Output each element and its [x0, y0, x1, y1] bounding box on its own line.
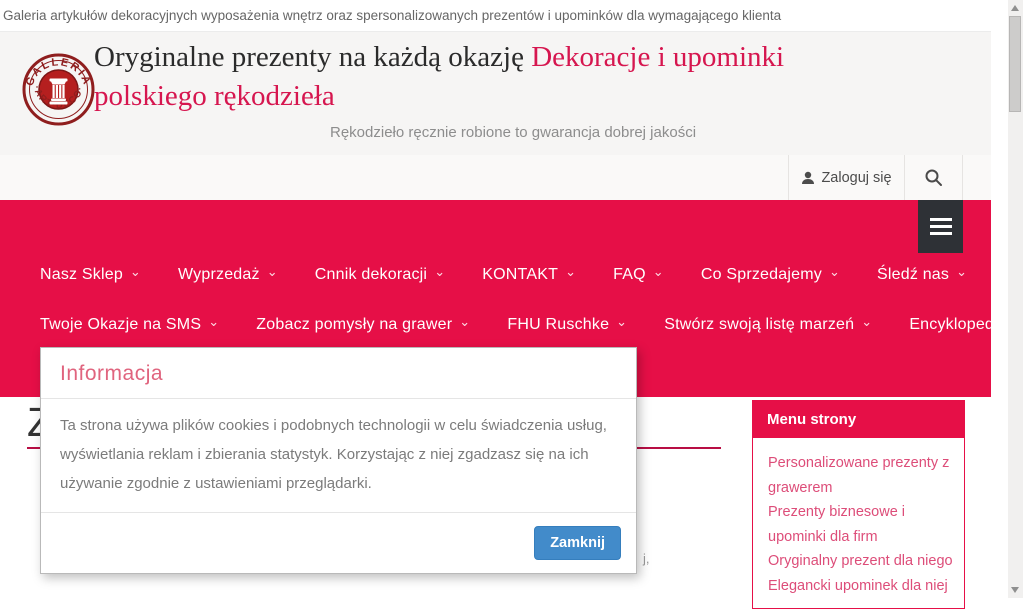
- nav-menu-item[interactable]: Nasz Sklep ⌄: [40, 266, 141, 284]
- site-title-accent-line2: polskiego rękodzieła: [94, 80, 335, 112]
- site-subtitle: Rękodzieło ręcznie robione to gwarancja …: [330, 124, 696, 141]
- nav-menu-item-label: Śledź nas: [877, 266, 949, 284]
- nav-menu-item[interactable]: KONTAKT ⌄: [482, 266, 576, 284]
- sidebar-link[interactable]: Oryginalny prezent dla niego: [768, 549, 953, 574]
- sidebar-menu-strony: Menu strony Personalizowane prezenty z g…: [752, 400, 965, 609]
- chevron-down-icon: ⌄: [130, 267, 141, 277]
- scroll-down-arrow-icon[interactable]: [1011, 587, 1019, 593]
- utility-bar: Zaloguj się: [0, 155, 991, 200]
- nav-menu-item-label: Twoje Okazje na SMS: [40, 316, 201, 334]
- nav-menu-item-label: Zobacz pomysły na grawer: [256, 316, 452, 334]
- chevron-down-icon: ⌄: [653, 267, 664, 277]
- modal-title: Informacja: [60, 362, 163, 385]
- nav-menu-item[interactable]: Encyklopedia ⌄: [909, 316, 1023, 334]
- nav-row-2: Twoje Okazje na SMS ⌄ Zobacz pomysły na …: [40, 310, 1023, 340]
- search-button[interactable]: [905, 155, 963, 200]
- nav-menu-item[interactable]: Wyprzedaż ⌄: [178, 266, 278, 284]
- chevron-down-icon: ⌄: [861, 317, 872, 327]
- page: Galeria artykułów dekoracyjnych wyposaże…: [0, 0, 991, 598]
- scroll-up-arrow-icon[interactable]: [1011, 5, 1019, 11]
- nav-menu-item[interactable]: FAQ ⌄: [613, 266, 664, 284]
- sidebar-link[interactable]: Personalizowane prezenty z grawerem: [768, 451, 953, 500]
- nav-menu-item-label: FHU Ruschke: [507, 316, 609, 334]
- site-title: Oryginalne prezenty na każdą okazję Deko…: [94, 38, 884, 116]
- chevron-down-icon: ⌄: [434, 267, 445, 277]
- modal-header: Informacja: [41, 348, 636, 399]
- site-title-accent-line1: Dekoracje i upominki: [531, 41, 784, 73]
- nav-menu-item-label: Nasz Sklep: [40, 266, 123, 284]
- nav-menu-item-label: FAQ: [613, 266, 646, 284]
- vertical-scrollbar[interactable]: [1008, 0, 1023, 598]
- obscured-text-fragment: j,: [643, 551, 650, 566]
- nav-menu-item-label: Cnnik dekoracji: [315, 266, 427, 284]
- nav-menu-item-label: KONTAKT: [482, 266, 558, 284]
- modal-footer: Zamknij: [41, 512, 636, 573]
- user-icon: [801, 171, 815, 185]
- chevron-down-icon: ⌄: [616, 317, 627, 327]
- nav-menu-item-label: Stwórz swoją listę marzeń: [664, 316, 854, 334]
- sidebar-link[interactable]: Elegancki upominek dla niej: [768, 574, 953, 599]
- close-modal-button[interactable]: Zamknij: [534, 526, 621, 560]
- search-icon: [924, 168, 943, 187]
- site-tagline: Galeria artykułów dekoracyjnych wyposaże…: [0, 0, 991, 31]
- nav-menu-item-label: Encyklopedia: [909, 316, 1007, 334]
- chevron-down-icon: ⌄: [956, 267, 967, 277]
- cookie-info-modal: Informacja Ta strona używa plików cookie…: [40, 347, 637, 574]
- sidebar-link[interactable]: Prezenty biznesowe i upominki dla firm: [768, 500, 953, 549]
- chevron-down-icon: ⌄: [208, 317, 219, 327]
- nav-menu-item[interactable]: FHU Ruschke ⌄: [507, 316, 627, 334]
- nav-menu-item-label: Wyprzedaż: [178, 266, 260, 284]
- sidebar-link-list: Personalizowane prezenty z grawerem Prez…: [752, 438, 965, 609]
- nav-menu-item[interactable]: Twoje Okazje na SMS ⌄: [40, 316, 219, 334]
- chevron-down-icon: ⌄: [267, 267, 278, 277]
- nav-menu-item[interactable]: Cnnik dekoracji ⌄: [315, 266, 445, 284]
- chevron-down-icon: ⌄: [565, 267, 576, 277]
- nav-menu-item[interactable]: Śledź nas ⌄: [877, 266, 967, 284]
- sidebar-title: Menu strony: [752, 400, 965, 438]
- login-label: Zaloguj się: [821, 170, 891, 186]
- chevron-down-icon: ⌄: [829, 267, 840, 277]
- site-title-dark: Oryginalne prezenty na każdą okazję: [94, 41, 524, 73]
- modal-body-text: Ta strona używa plików cookies i podobny…: [41, 399, 636, 512]
- nav-menu-item[interactable]: Zobacz pomysły na grawer ⌄: [256, 316, 470, 334]
- nav-menu-item-label: Co Sprzedajemy: [701, 266, 822, 284]
- site-logo-galleria-art-deco-icon[interactable]: GALLERIA ·ART·DECO·: [21, 52, 96, 127]
- nav-row-1: Nasz Sklep ⌄ Wyprzedaż ⌄ Cnnik dekoracji…: [40, 260, 967, 290]
- login-button[interactable]: Zaloguj się: [788, 155, 905, 200]
- chevron-down-icon: ⌄: [459, 317, 470, 327]
- hamburger-menu-icon[interactable]: [918, 200, 963, 253]
- nav-menu-item[interactable]: Co Sprzedajemy ⌄: [701, 266, 840, 284]
- nav-menu-item[interactable]: Stwórz swoją listę marzeń ⌄: [664, 316, 872, 334]
- site-header: GALLERIA ·ART·DECO· Oryginalne prezenty …: [0, 31, 991, 155]
- scrollbar-thumb[interactable]: [1009, 16, 1021, 112]
